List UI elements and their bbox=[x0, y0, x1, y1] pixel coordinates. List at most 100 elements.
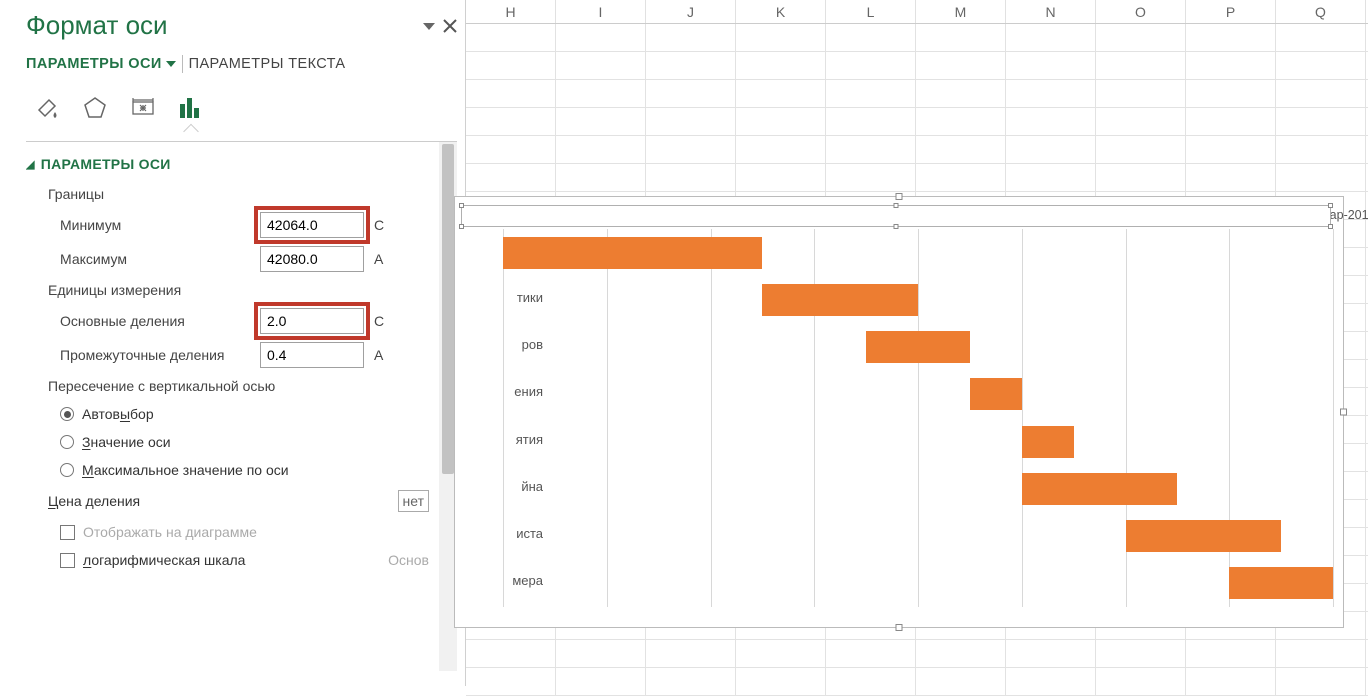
log-scale-check[interactable]: логарифмическая шкала Основ bbox=[26, 546, 457, 574]
cell[interactable] bbox=[826, 108, 916, 135]
min-input[interactable] bbox=[260, 212, 364, 238]
cell[interactable] bbox=[826, 640, 916, 667]
gantt-bar[interactable] bbox=[503, 237, 762, 269]
axis-handle[interactable] bbox=[1328, 224, 1333, 229]
cell[interactable] bbox=[556, 52, 646, 79]
tab-text-options[interactable]: ПАРАМЕТРЫ ТЕКСТА bbox=[189, 56, 346, 72]
column-header[interactable]: H bbox=[466, 0, 556, 23]
cell[interactable] bbox=[466, 24, 556, 51]
selected-axis-box[interactable] bbox=[461, 205, 1331, 227]
gantt-bar[interactable] bbox=[866, 331, 970, 363]
cell[interactable] bbox=[826, 24, 916, 51]
cell[interactable] bbox=[1096, 108, 1186, 135]
axis-handle[interactable] bbox=[894, 203, 899, 208]
cell[interactable] bbox=[1096, 136, 1186, 163]
cell[interactable] bbox=[1186, 24, 1276, 51]
section-toggle[interactable]: ◢ ПАРАМЕТРЫ ОСИ bbox=[26, 152, 457, 180]
cell[interactable] bbox=[1006, 668, 1096, 695]
cell[interactable] bbox=[1186, 164, 1276, 191]
cell[interactable] bbox=[556, 108, 646, 135]
close-icon[interactable] bbox=[443, 19, 457, 33]
cell[interactable] bbox=[556, 24, 646, 51]
cell[interactable] bbox=[466, 640, 556, 667]
cell[interactable] bbox=[1096, 80, 1186, 107]
max-input[interactable] bbox=[260, 246, 364, 272]
resize-handle[interactable] bbox=[1340, 409, 1347, 416]
cell[interactable] bbox=[916, 640, 1006, 667]
cell[interactable] bbox=[916, 668, 1006, 695]
radio-auto[interactable]: Автовыбор bbox=[26, 400, 457, 428]
cell[interactable] bbox=[466, 80, 556, 107]
cell[interactable] bbox=[646, 136, 736, 163]
cell[interactable] bbox=[736, 24, 826, 51]
cell[interactable] bbox=[826, 668, 916, 695]
cell[interactable] bbox=[1006, 24, 1096, 51]
cell[interactable] bbox=[1276, 52, 1366, 79]
cell[interactable] bbox=[466, 52, 556, 79]
cell[interactable] bbox=[556, 640, 646, 667]
cell[interactable] bbox=[1276, 24, 1366, 51]
cell[interactable] bbox=[916, 136, 1006, 163]
column-header[interactable]: M bbox=[916, 0, 1006, 23]
cell[interactable] bbox=[1186, 80, 1276, 107]
axis-handle[interactable] bbox=[459, 224, 464, 229]
cell[interactable] bbox=[1276, 164, 1366, 191]
cell[interactable] bbox=[556, 164, 646, 191]
gantt-bar[interactable] bbox=[1022, 426, 1074, 458]
axis-handle[interactable] bbox=[894, 224, 899, 229]
cell[interactable] bbox=[1006, 136, 1096, 163]
cell[interactable] bbox=[1186, 640, 1276, 667]
column-header[interactable]: N bbox=[1006, 0, 1096, 23]
cell[interactable] bbox=[646, 640, 736, 667]
cell[interactable] bbox=[646, 164, 736, 191]
radio-value[interactable]: Значение оси bbox=[26, 428, 457, 456]
cell[interactable] bbox=[466, 668, 556, 695]
cell[interactable] bbox=[826, 52, 916, 79]
cell[interactable] bbox=[736, 640, 826, 667]
tab-axis-options[interactable]: ПАРАМЕТРЫ ОСИ bbox=[26, 56, 176, 72]
cell[interactable] bbox=[1096, 640, 1186, 667]
cell[interactable] bbox=[916, 52, 1006, 79]
cell[interactable] bbox=[466, 136, 556, 163]
tick-price-select[interactable]: нет bbox=[398, 490, 429, 512]
column-header[interactable]: P bbox=[1186, 0, 1276, 23]
panel-menu-icon[interactable] bbox=[423, 21, 435, 31]
column-header[interactable]: L bbox=[826, 0, 916, 23]
cell[interactable] bbox=[736, 108, 826, 135]
cell[interactable] bbox=[736, 136, 826, 163]
gantt-bar[interactable] bbox=[762, 284, 918, 316]
cell[interactable] bbox=[916, 80, 1006, 107]
cell[interactable] bbox=[916, 108, 1006, 135]
cell[interactable] bbox=[1276, 640, 1366, 667]
cell[interactable] bbox=[1276, 668, 1366, 695]
cell[interactable] bbox=[466, 164, 556, 191]
fill-icon[interactable] bbox=[32, 93, 62, 123]
cell[interactable] bbox=[1006, 52, 1096, 79]
cell[interactable] bbox=[736, 52, 826, 79]
major-input[interactable] bbox=[260, 308, 364, 334]
resize-handle[interactable] bbox=[896, 624, 903, 631]
cell[interactable] bbox=[556, 668, 646, 695]
cell[interactable] bbox=[556, 136, 646, 163]
cell[interactable] bbox=[1006, 164, 1096, 191]
cell[interactable] bbox=[1096, 24, 1186, 51]
cell[interactable] bbox=[826, 164, 916, 191]
cell[interactable] bbox=[1276, 108, 1366, 135]
axis-props-icon[interactable] bbox=[176, 93, 206, 123]
cell[interactable] bbox=[646, 80, 736, 107]
axis-handle[interactable] bbox=[1328, 203, 1333, 208]
gantt-bar[interactable] bbox=[1126, 520, 1282, 552]
cell[interactable] bbox=[646, 24, 736, 51]
cell[interactable] bbox=[646, 108, 736, 135]
cell[interactable] bbox=[736, 80, 826, 107]
cell[interactable] bbox=[1186, 668, 1276, 695]
cell[interactable] bbox=[1186, 52, 1276, 79]
cell[interactable] bbox=[1006, 640, 1096, 667]
minor-input[interactable] bbox=[260, 342, 364, 368]
cell[interactable] bbox=[1186, 108, 1276, 135]
column-header[interactable]: J bbox=[646, 0, 736, 23]
cell[interactable] bbox=[826, 80, 916, 107]
cell[interactable] bbox=[1006, 108, 1096, 135]
cell[interactable] bbox=[1186, 136, 1276, 163]
chart-container[interactable]: 1-мар-20153-мар-20155-мар-20157-мар-2015… bbox=[454, 196, 1344, 628]
